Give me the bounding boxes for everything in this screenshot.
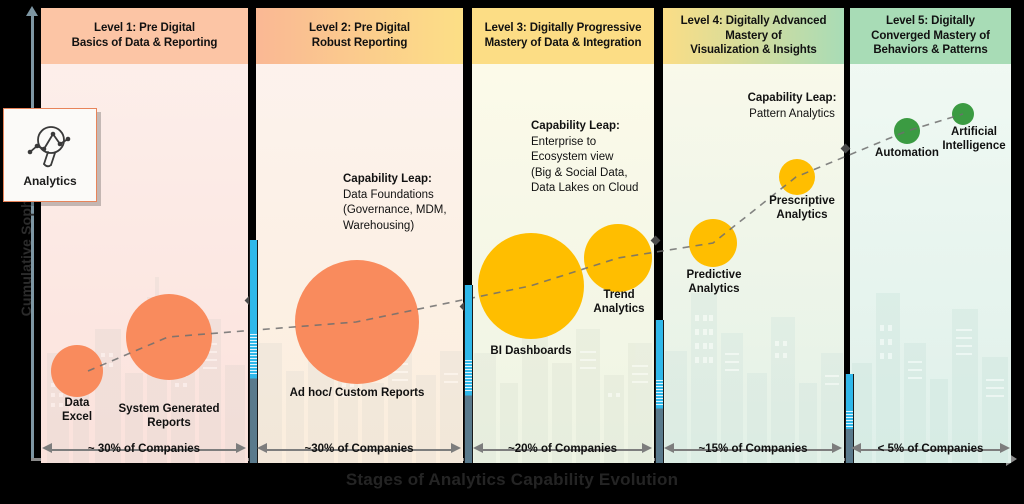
level-5-body — [850, 64, 1011, 463]
analytics-badge-card[interactable]: Analytics — [3, 108, 97, 202]
level-4-body — [663, 64, 844, 463]
bubble-system-generated-reports[interactable] — [126, 294, 212, 380]
label-line1: Data — [64, 397, 90, 409]
label-line1: Ad hoc/ Custom Reports — [289, 387, 425, 399]
level-3-header: Level 3: Digitally Progressive Mastery o… — [472, 8, 654, 64]
level-2-header-line2: Robust Reporting — [311, 37, 408, 49]
share-text: ~30% of Companies — [304, 443, 414, 455]
divider-tower-1 — [249, 240, 258, 463]
share-text: ~ 30% of Companies — [87, 443, 201, 455]
x-axis-label: Stages of Analytics Capability Evolution — [345, 470, 679, 489]
capability-leap-title-2: Capability Leap: — [343, 173, 432, 185]
infographic-canvas: Cumulative Sophistication Stages of Anal… — [0, 0, 1024, 504]
level-5-header-line1: Level 5: Digitally — [886, 14, 975, 27]
bubble-ad-hoc-custom-reports[interactable] — [295, 260, 419, 384]
label-line2: Excel — [61, 410, 93, 423]
bubble-label-prescriptive-analytics: Prescriptive Analytics — [757, 195, 847, 222]
level-1-header-line2: Basics of Data & Reporting — [71, 37, 218, 49]
capability-leap-level-2: Capability Leap: Data Foundations (Gover… — [343, 172, 473, 234]
company-share-level-1: ~ 30% of Companies — [42, 440, 246, 458]
share-text: ~15% of Companies — [698, 443, 808, 455]
label-line2: Intelligence — [942, 139, 1006, 152]
bubble-artificial-intelligence[interactable] — [952, 103, 974, 125]
bubble-predictive-analytics[interactable] — [689, 219, 737, 267]
skyline-graphic-5 — [852, 293, 1008, 463]
level-4-header-line1: Level 4: Digitally Advanced — [680, 14, 827, 27]
bubble-bi-dashboards[interactable] — [478, 233, 584, 339]
bubble-label-trend-analytics: Trend Analytics — [586, 289, 652, 316]
capability-leap-level-4: Capability Leap: Pattern Analytics — [722, 91, 862, 122]
level-1-header: Level 1: Pre Digital Basics of Data & Re… — [41, 8, 248, 64]
company-share-level-3: ~20% of Companies — [473, 440, 652, 458]
share-text: < 5% of Companies — [877, 443, 984, 455]
bubble-data-excel[interactable] — [51, 345, 103, 397]
bubble-automation[interactable] — [894, 118, 920, 144]
level-5-header-line2: Converged Mastery of — [871, 29, 990, 42]
bubble-prescriptive-analytics[interactable] — [779, 159, 815, 195]
divider-tower-2 — [464, 285, 473, 463]
level-5-header: Level 5: Digitally Converged Mastery of … — [850, 8, 1011, 64]
bubble-label-bi-dashboards: BI Dashboards — [477, 345, 585, 359]
level-2-header: Level 2: Pre Digital Robust Reporting — [256, 8, 463, 64]
bubble-trend-analytics[interactable] — [584, 224, 652, 292]
bubble-label-artificial-intelligence: Artificial Intelligence — [930, 126, 1018, 153]
label-line1: Trend — [603, 289, 635, 301]
level-column-5[interactable]: Level 5: Digitally Converged Mastery of … — [850, 8, 1011, 463]
label-line2: Analytics — [776, 208, 828, 221]
divider-tower-3 — [655, 320, 664, 463]
level-5-header-line3: Behaviors & Patterns — [873, 44, 988, 57]
label-line1: Predictive — [686, 269, 742, 281]
capability-leap-title-4: Capability Leap: — [747, 92, 837, 104]
capability-leap-body-2: Data Foundations (Governance, MDM, Wareh… — [343, 188, 447, 232]
bubble-label-system-generated-reports: System Generated Reports — [104, 403, 234, 430]
bubble-label-predictive-analytics: Predictive Analytics — [678, 269, 750, 296]
level-4-header-line3: Visualization & Insights — [690, 44, 817, 57]
label-line1: Artificial — [950, 126, 997, 138]
skyline-graphic-4 — [665, 293, 843, 463]
capability-leap-body-4: Pattern Analytics — [749, 107, 835, 120]
level-4-header: Level 4: Digitally Advanced Mastery of V… — [663, 8, 844, 64]
label-line1: Prescriptive — [769, 195, 835, 207]
level-1-header-line1: Level 1: Pre Digital — [94, 22, 195, 35]
level-3-header-line1: Level 3: Digitally Progressive — [484, 22, 642, 35]
company-share-level-2: ~30% of Companies — [257, 440, 461, 458]
company-share-level-5: < 5% of Companies — [851, 440, 1010, 458]
company-share-level-4: ~15% of Companies — [664, 440, 842, 458]
capability-leap-title-3: Capability Leap: — [531, 120, 620, 132]
label-line1: System Generated — [118, 403, 220, 415]
label-line1: BI Dashboards — [490, 345, 572, 357]
magnifier-line-chart-icon — [27, 126, 71, 168]
level-3-header-line2: Mastery of Data & Integration — [484, 37, 642, 49]
label-line2: Analytics — [688, 282, 740, 295]
capability-leap-level-3: Capability Leap: Enterprise to Ecosystem… — [531, 119, 661, 197]
level-2-header-line1: Level 2: Pre Digital — [309, 22, 410, 35]
analytics-badge-label: Analytics — [23, 174, 77, 188]
level-4-header-line2: Mastery of — [725, 29, 782, 42]
share-text: ~20% of Companies — [508, 443, 617, 455]
label-line2: Analytics — [593, 302, 645, 315]
bubble-label-ad-hoc-custom-reports: Ad hoc/ Custom Reports — [282, 387, 432, 401]
label-line2: Reports — [147, 416, 191, 429]
bubble-label-data-excel: Data Excel — [45, 397, 109, 424]
capability-leap-body-3: Enterprise to Ecosystem view (Big & Soci… — [531, 135, 639, 195]
